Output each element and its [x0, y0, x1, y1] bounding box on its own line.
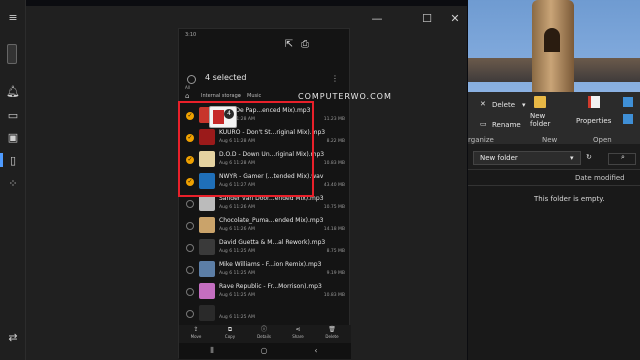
copy-button[interactable]: ⧉ Copy [219, 326, 241, 342]
address-text: New folder [480, 154, 518, 162]
explorer-ribbon: ✕ Delete ▾ ▭ Rename New folder Propertie… [468, 92, 640, 144]
properties-icon[interactable] [588, 96, 600, 108]
select-all-label: All [185, 85, 190, 90]
move-button[interactable]: ⇪ Move [185, 326, 207, 342]
album-art-thumbnail [199, 305, 215, 321]
file-size: 43.40 MB [323, 183, 345, 188]
file-size: 10.83 MB [323, 293, 345, 298]
empty-folder-message: This folder is empty. [534, 195, 605, 203]
properties-button[interactable]: Properties [576, 117, 611, 125]
address-dropdown-icon[interactable]: ▾ [570, 154, 574, 162]
select-all-checkbox[interactable] [187, 75, 196, 84]
watermark: COMPUTERWO.COM [298, 92, 392, 101]
selected-count: 4 selected [205, 73, 247, 82]
home-icon[interactable]: ⌂ [185, 92, 195, 101]
move-label: Move [190, 334, 202, 339]
file-explorer-window: ✕ Delete ▾ ▭ Rename New folder Propertie… [468, 92, 640, 360]
pin-icon[interactable]: ⇱ [283, 39, 295, 51]
share-button[interactable]: ⋖ Share [287, 326, 309, 342]
album-art-thumbnail [199, 195, 215, 211]
refresh-icon[interactable]: ↻ [586, 153, 592, 161]
delete-icon[interactable]: ✕ [480, 100, 486, 108]
file-name: Rave Republic - Fr...Morrison).mp3 [219, 283, 322, 290]
breadcrumb-separator: › [239, 93, 241, 99]
android-nav-bar: ⦀ ○ ‹ [179, 343, 351, 359]
details-button[interactable]: ⓘ Details [253, 326, 275, 342]
copy-label: Copy [224, 334, 236, 339]
drag-preview: 4 [209, 106, 237, 128]
file-checkbox[interactable] [186, 288, 194, 296]
column-header-row: Date modified [468, 172, 640, 186]
open-icon[interactable] [623, 97, 633, 107]
selection-highlight-box [178, 101, 314, 197]
file-checkbox[interactable] [186, 244, 194, 252]
breadcrumb-music[interactable]: Music [247, 93, 261, 99]
details-label: Details [257, 334, 271, 339]
selection-header: All 4 selected ⋮ [185, 71, 345, 90]
rename-button[interactable]: Rename [492, 121, 521, 129]
file-row[interactable]: Chocolate_Puma...ended Mix).mp3 Aug 6 11:… [179, 215, 351, 237]
album-art-thumbnail [199, 217, 215, 233]
phone-status-time: 3:10 [185, 32, 197, 38]
drag-count-badge: 4 [224, 109, 234, 119]
breadcrumb-internal-storage[interactable]: Internal storage [201, 93, 241, 99]
file-row[interactable]: David Guetta & M...al Rework).mp3 Aug 6 1… [179, 237, 351, 259]
open-group-label: Open [593, 136, 612, 144]
edit-icon[interactable] [623, 114, 633, 124]
recents-icon[interactable]: ⦀ [207, 346, 217, 356]
back-icon[interactable]: ‹ [311, 346, 321, 356]
file-size: 9.19 MB [326, 271, 345, 276]
file-size: 11.23 MB [323, 117, 345, 122]
maximize-icon[interactable]: ☐ [419, 12, 435, 26]
address-bar: New folder ▾ ↻ ⌕ [468, 144, 640, 170]
file-size: 10.83 MB [323, 161, 345, 166]
file-checkbox[interactable] [186, 222, 194, 230]
new-folder-button[interactable]: New folder [530, 112, 560, 128]
file-name: Mike Williams - F...ion Remix).mp3 [219, 261, 322, 268]
new-folder-icon[interactable] [534, 96, 546, 108]
delete-label: Delete [325, 334, 339, 339]
file-row[interactable]: Aug 6 11:25 AM [179, 303, 351, 325]
file-date: Aug 6 11:25 AM [219, 315, 255, 320]
minimize-icon[interactable]: — [369, 12, 385, 26]
delete-label[interactable]: Delete [492, 101, 515, 109]
column-date-modified[interactable]: Date modified [575, 174, 625, 182]
organize-group-label: rganize [468, 136, 494, 144]
file-size: 8.75 MB [326, 249, 345, 254]
more-options-icon[interactable]: ⋮ [331, 74, 339, 83]
screenshot-icon[interactable]: ⎙ [299, 39, 311, 51]
delete-button[interactable]: 🗑︎ Delete [321, 326, 343, 342]
share-label: Share [292, 334, 304, 339]
file-checkbox[interactable] [186, 200, 194, 208]
bottom-action-bar: ⇪ Move ⧉ Copy ⓘ Details ⋖ Share 🗑︎ Delete [179, 325, 351, 343]
delete-dropdown-icon[interactable]: ▾ [522, 101, 526, 109]
new-group-label: New [542, 136, 558, 144]
drag-thumbnail [213, 110, 224, 124]
album-art-thumbnail [199, 239, 215, 255]
address-field[interactable]: New folder [473, 151, 581, 165]
album-art-thumbnail [199, 261, 215, 277]
file-name: David Guetta & M...al Rework).mp3 [219, 239, 326, 246]
close-icon[interactable]: ✕ [447, 12, 463, 26]
file-checkbox[interactable] [186, 266, 194, 274]
home-circle-icon[interactable]: ○ [259, 346, 269, 356]
rename-icon[interactable]: ▭ [480, 120, 487, 128]
file-checkbox[interactable] [186, 310, 194, 318]
screen: ≡ 🔔︎ ▭ ▣ ▯ ⁘ ⇄ — ☐ ✕ 3:10 ⇱ ⎙ All 4 sele [0, 0, 640, 360]
file-size: 8.22 MB [326, 139, 345, 144]
album-art-thumbnail [199, 283, 215, 299]
search-icon: ⌕ [621, 153, 625, 161]
file-row[interactable]: Mike Williams - F...ion Remix).mp3 Aug 6 … [179, 259, 351, 281]
file-row[interactable]: Rave Republic - Fr...Morrison).mp3 Aug 6 … [179, 281, 351, 303]
file-name: Chocolate_Puma...ended Mix).mp3 [219, 217, 324, 224]
file-size: 14.18 MB [323, 227, 345, 232]
file-size: 10.75 MB [323, 205, 345, 210]
